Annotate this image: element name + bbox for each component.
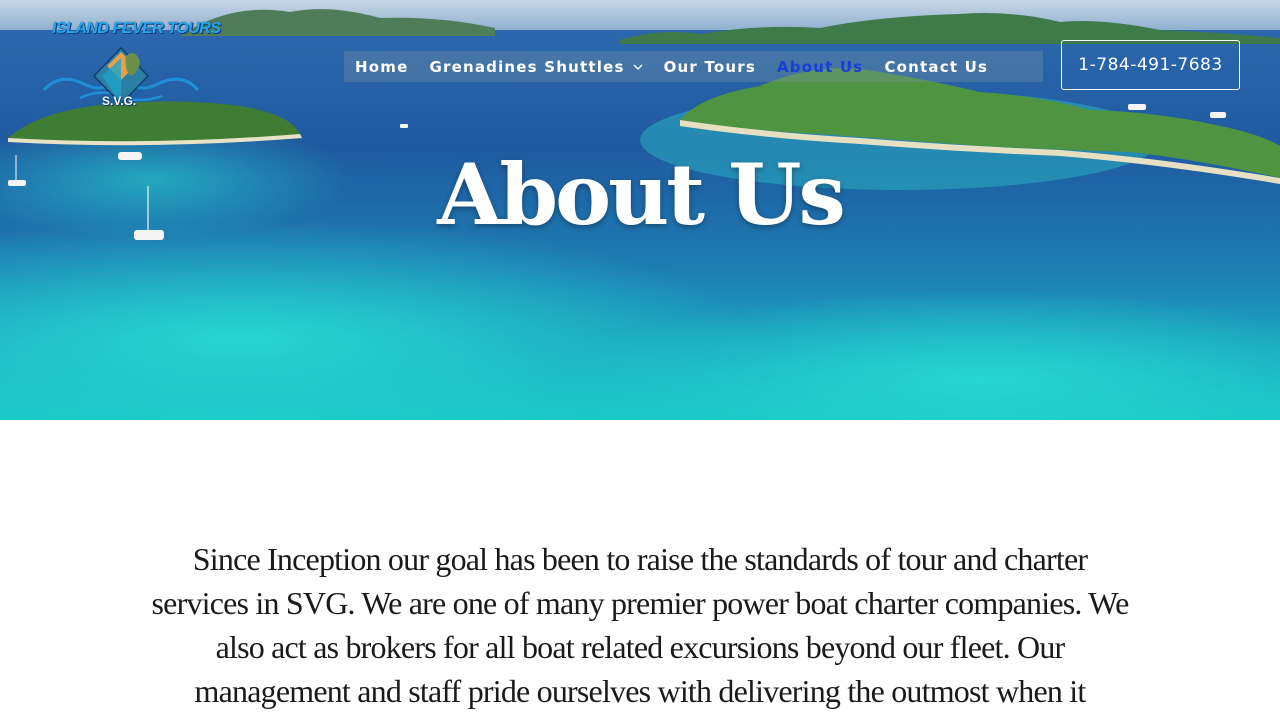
main-nav: Home Grenadines Shuttles Our Tours About… [344, 51, 1043, 82]
nav-item-contact-us[interactable]: Contact Us [884, 58, 988, 76]
chevron-down-icon [633, 64, 643, 70]
hero-banner: ISLAND FEVER TOURS S.V.G. Home Grenadine… [0, 0, 1280, 420]
nav-item-home[interactable]: Home [355, 58, 408, 76]
nav-item-label: About Us [777, 57, 864, 76]
page-title: About Us [437, 145, 846, 244]
nav-item-our-tours[interactable]: Our Tours [664, 58, 756, 76]
intro-paragraph: Since Inception our goal has been to rai… [151, 541, 1130, 709]
nav-item-label: Home [355, 57, 409, 76]
nav-item-label: Our Tours [663, 57, 756, 76]
nav-item-label: Grenadines Shuttles [429, 57, 625, 76]
phone-button[interactable]: 1-784-491-7683 [1061, 40, 1240, 90]
nav-item-label: Contact Us [884, 57, 989, 76]
nav-item-about-us[interactable]: About Us [777, 58, 863, 76]
logo-sub-text: S.V.G. [102, 94, 137, 108]
nav-item-grenadines-shuttles[interactable]: Grenadines Shuttles [429, 57, 643, 76]
site-logo[interactable]: ISLAND FEVER TOURS S.V.G. [40, 18, 221, 112]
